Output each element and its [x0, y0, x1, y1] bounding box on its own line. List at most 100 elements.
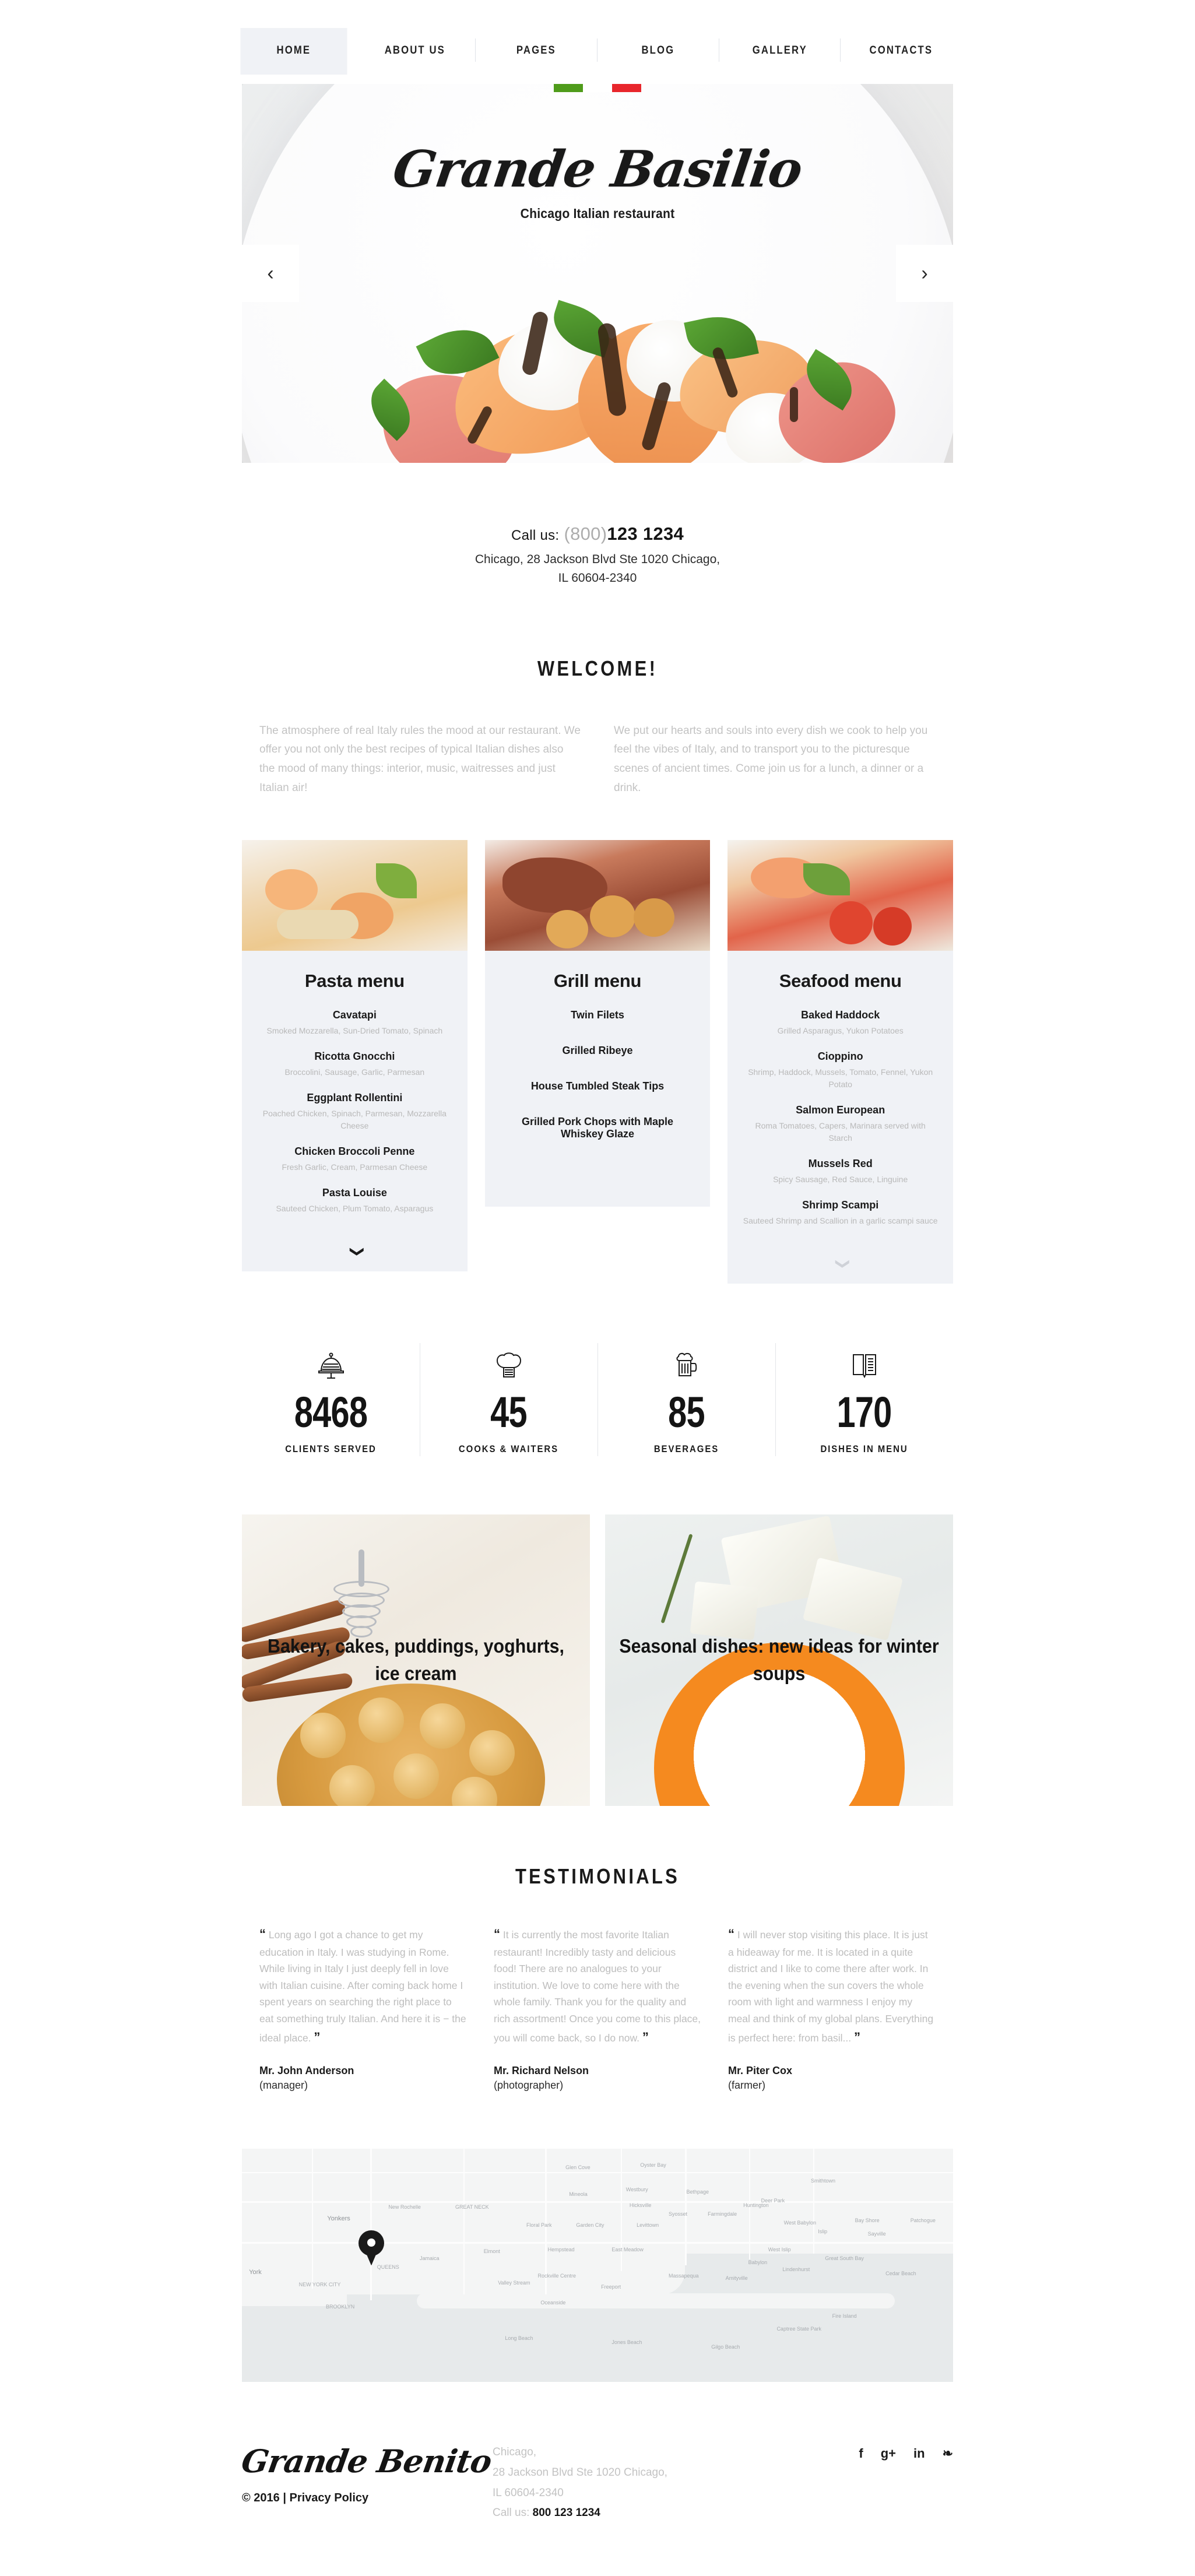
- menu-item: Cioppino Shrimp, Haddock, Mussels, Tomat…: [743, 1050, 938, 1091]
- map-label: West Islip: [768, 2246, 791, 2252]
- map-label: Bethpage: [686, 2188, 709, 2195]
- nav-label: BLOG: [641, 44, 675, 57]
- map-label: Yonkers: [327, 2215, 350, 2223]
- map-label: Patchogue: [910, 2217, 936, 2224]
- nav-item-gallery[interactable]: GALLERY: [726, 28, 833, 75]
- page-root: HOME ABOUT US PAGES BLOG GALLERY CONTACT…: [0, 0, 1195, 2576]
- footer-copyright[interactable]: © 2016 | Privacy Policy: [242, 2491, 493, 2505]
- map-label: Massapequa: [669, 2273, 699, 2279]
- map-label: Lindenhurst: [782, 2266, 810, 2272]
- slider-next-button[interactable]: ›: [896, 245, 953, 302]
- map-label: Jamaica: [420, 2255, 440, 2261]
- phone-number: 123 1234: [607, 523, 684, 544]
- map-label: Deer Park: [761, 2198, 785, 2204]
- map-label: Floral Park: [526, 2222, 552, 2228]
- menu-item-name: Grilled Pork Chops with Maple Whiskey Gl…: [521, 1115, 674, 1140]
- map-label: Syosset: [669, 2210, 688, 2217]
- map-road: [312, 2149, 313, 2289]
- map-label: Oyster Bay: [640, 2162, 666, 2169]
- map-label: Great South Bay: [825, 2255, 864, 2261]
- footer-phone-number: 800 123 1234: [532, 2507, 600, 2519]
- menu-item: Twin Filets: [500, 1009, 695, 1021]
- map-road: [242, 2201, 953, 2204]
- phone-line: Call us: (800)123 1234: [0, 523, 1195, 544]
- herb-image: [660, 1533, 693, 1623]
- menu-card-seafood[interactable]: Seafood menu Baked Haddock Grilled Aspar…: [727, 839, 954, 1284]
- welcome-heading: WELCOME!: [537, 656, 658, 680]
- testimonial-role: (manager): [259, 2079, 308, 2092]
- twitter-icon[interactable]: ❧: [943, 2447, 953, 2460]
- map-label: Hempstead: [547, 2246, 575, 2252]
- stat-value: 8468: [294, 1387, 368, 1436]
- menu-item-desc: Grilled Asparagus, Yukon Potatoes: [777, 1025, 904, 1035]
- quote-open-icon: “: [728, 1926, 734, 1941]
- menu-card-pasta[interactable]: Pasta menu Cavatapi Smoked Mozzarella, S…: [242, 839, 468, 1271]
- map-label: New Rochelle: [388, 2204, 421, 2210]
- footer-logo[interactable]: Grande Benito: [239, 2443, 494, 2480]
- footer-address-block: Chicago, 28 Jackson Blvd Ste 1020 Chicag…: [493, 2443, 767, 2523]
- map-label: Elmont: [483, 2248, 500, 2255]
- nav-item-contacts[interactable]: CONTACTS: [848, 28, 955, 75]
- main-navigation: HOME ABOUT US PAGES BLOG GALLERY CONTACT…: [233, 0, 962, 75]
- linkedin-icon[interactable]: in: [913, 2447, 925, 2460]
- menu-item-desc: Roma Tomatoes, Capers, Marinara served w…: [755, 1120, 926, 1143]
- map-label: NEW YORK CITY: [298, 2282, 341, 2288]
- chevron-placeholder: [485, 1167, 711, 1207]
- google-plus-icon[interactable]: g+: [881, 2447, 896, 2460]
- brand-logo: Grande Basilio: [389, 140, 806, 199]
- stat-value: 170: [836, 1387, 892, 1436]
- welcome-paragraph-left: The atmosphere of real Italy rules the m…: [259, 724, 581, 794]
- quote-close-icon: ”: [642, 2029, 649, 2044]
- map-label: Captree State Park: [776, 2326, 821, 2332]
- nav-item-home[interactable]: HOME: [240, 28, 347, 75]
- menu-item: Grilled Pork Chops with Maple Whiskey Gl…: [500, 1116, 695, 1140]
- location-pin-icon[interactable]: [358, 2230, 384, 2266]
- map-label: Cedar Beach: [885, 2271, 916, 2277]
- testimonials-section: TESTIMONIALS “ Long ago I got a chance t…: [0, 1806, 1195, 2092]
- slider-prev-button[interactable]: ‹: [242, 245, 299, 302]
- quote-close-icon: ”: [853, 2029, 860, 2044]
- map-label: Levittown: [637, 2222, 659, 2228]
- menu-card-title: Seafood menu: [779, 970, 902, 991]
- map-landmass: [417, 2293, 895, 2309]
- menu-item-name: Twin Filets: [571, 1008, 624, 1021]
- menu-item-list: Twin Filets Grilled Ribeye House Tumbled…: [500, 1009, 695, 1167]
- stat-value: 45: [490, 1387, 527, 1436]
- address-line-1: Chicago, 28 Jackson Blvd Ste 1020 Chicag…: [475, 553, 720, 566]
- map-label: Valley Stream: [498, 2279, 530, 2286]
- chef-hat-icon: [420, 1344, 598, 1383]
- map-label: Gilgo Beach: [711, 2343, 740, 2350]
- address-block: Chicago, 28 Jackson Blvd Ste 1020 Chicag…: [0, 550, 1195, 588]
- chevron-down-icon[interactable]: ❯: [335, 1138, 374, 1364]
- menu-item-desc: Smoked Mozzarella, Sun-Dried Tomato, Spi…: [266, 1025, 443, 1035]
- menu-item: Eggplant Rollentini Poached Chicken, Spi…: [257, 1092, 452, 1132]
- menu-card-image-pasta: [242, 839, 468, 951]
- stat-label: COOKS & WAITERS: [458, 1443, 559, 1454]
- testimonial-quote: “ Long ago I got a chance to get my educ…: [259, 1924, 467, 2048]
- menu-card-grill[interactable]: Grill menu Twin Filets Grilled Ribeye Ho…: [484, 839, 711, 1207]
- menu-item-name: Grilled Ribeye: [562, 1044, 633, 1056]
- facebook-icon[interactable]: f: [859, 2447, 863, 2460]
- quote-close-icon: ”: [314, 2029, 321, 2044]
- stat-beverages: 85 BEVERAGES: [598, 1340, 775, 1460]
- menu-item-name: Eggplant Rollentini: [307, 1091, 403, 1104]
- footer-address-line-3: IL 60604-2340: [493, 2486, 564, 2499]
- promo-title: Bakery, cakes, puddings, yoghurts, ice c…: [268, 1635, 564, 1684]
- menu-card-image-seafood: [727, 839, 954, 951]
- testimonial-item: “ It is currently the most favorite Ital…: [494, 1924, 701, 2092]
- promo-banner-seasonal[interactable]: Seasonal dishes: new ideas for winter so…: [605, 1514, 953, 1806]
- beer-mug-icon: [598, 1344, 775, 1383]
- menu-item: Baked Haddock Grilled Asparagus, Yukon P…: [743, 1009, 938, 1037]
- map-label: Mineola: [569, 2191, 588, 2197]
- testimonial-text: Long ago I got a chance to get my educat…: [259, 1928, 466, 2044]
- menu-cards-section: Pasta menu Cavatapi Smoked Mozzarella, S…: [242, 839, 954, 1284]
- nav-item-pages[interactable]: PAGES: [483, 28, 590, 75]
- location-map[interactable]: Yonkers New Rochelle Mineola Westbury Bethpa…: [242, 2149, 953, 2382]
- map-label: Oceanside: [540, 2299, 566, 2306]
- nav-item-about-us[interactable]: ABOUT US: [361, 28, 468, 75]
- promo-banner-bakery[interactable]: Bakery, cakes, puddings, yoghurts, ice c…: [242, 1514, 590, 1806]
- hero-slider: Grande Basilio Chicago Italian restauran…: [242, 84, 953, 463]
- menu-item: Cavatapi Smoked Mozzarella, Sun-Dried To…: [257, 1009, 452, 1037]
- testimonial-item: “ I will never stop visiting this place.…: [728, 1924, 936, 2092]
- nav-item-blog[interactable]: BLOG: [604, 28, 711, 75]
